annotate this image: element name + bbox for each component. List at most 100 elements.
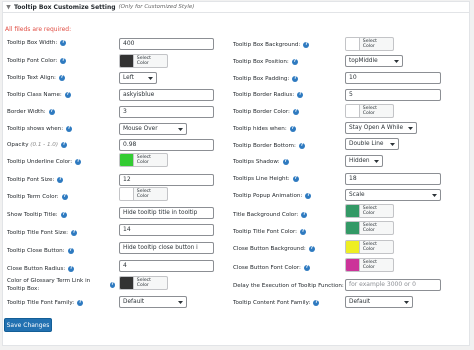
select-color-label: Select Color — [362, 206, 377, 216]
close-button-select[interactable]: Hide tooltip close button i — [119, 242, 214, 254]
label-border-color: Tooltip Border Color:? — [233, 109, 299, 115]
chevron-down-icon — [178, 301, 183, 304]
help-icon[interactable]: ? — [303, 265, 310, 271]
border-width-input[interactable]: 3 — [119, 106, 214, 118]
help-icon[interactable]: ? — [297, 92, 304, 98]
title-font-color-picker[interactable]: Select Color — [345, 221, 394, 235]
font-color-picker[interactable]: Select Color — [119, 54, 168, 68]
label-text-align: Tooltip Text Align:? — [7, 75, 65, 81]
hides-when-select[interactable]: Stay Open A While — [345, 122, 417, 134]
label-title-background: Title Background Color:? — [233, 212, 308, 218]
color-swatch — [346, 259, 360, 271]
color-swatch — [346, 241, 360, 253]
opacity-input[interactable]: 0.98 — [119, 139, 214, 151]
select-color-label: Select Color — [136, 278, 151, 288]
help-icon[interactable]: ? — [291, 59, 298, 65]
help-icon[interactable]: ? — [75, 159, 82, 165]
close-radius-input[interactable]: 4 — [119, 260, 214, 272]
panel-header[interactable]: Tooltip Box Customize Setting (Only for … — [3, 2, 469, 13]
label-border-bottom: Tooltip Border Bottom:? — [233, 143, 305, 149]
label-content-font-family: Tooltip Content Font Family:? — [233, 300, 320, 306]
class-name-input[interactable]: askyisblue — [119, 89, 214, 101]
border-radius-input[interactable]: 5 — [345, 89, 441, 101]
title-font-size-input[interactable]: 14 — [119, 224, 214, 236]
help-icon[interactable]: ? — [61, 194, 68, 200]
term-color-picker[interactable]: Select Color — [119, 187, 168, 201]
help-icon[interactable]: ? — [282, 159, 289, 165]
select-color-label: Select Color — [362, 242, 377, 252]
label-shadow: Tooltips Shadow:? — [233, 159, 289, 165]
border-bottom-select[interactable]: Double Line — [345, 138, 399, 150]
help-icon[interactable]: ? — [300, 229, 307, 235]
help-icon[interactable]: ? — [68, 266, 75, 272]
box-position-select[interactable]: topMiddle — [345, 55, 403, 67]
label-close-button-font-color: Close Button Font Color:? — [233, 265, 310, 271]
save-changes-button[interactable]: Save Changes — [4, 318, 52, 332]
label-close-button: Tooltip Close Button:? — [7, 248, 74, 254]
border-color-picker[interactable]: Select Color — [345, 104, 394, 118]
help-icon[interactable]: ? — [77, 300, 84, 306]
help-icon[interactable]: ? — [292, 109, 299, 115]
label-term-color: Tooltip Term Color:? — [7, 194, 68, 200]
help-icon[interactable]: ? — [292, 176, 299, 182]
help-icon[interactable]: ? — [301, 212, 308, 218]
underline-color-picker[interactable]: Select Color — [119, 153, 168, 167]
help-icon[interactable]: ? — [60, 40, 67, 46]
help-icon[interactable]: ? — [48, 109, 55, 115]
help-icon[interactable]: ? — [57, 177, 64, 183]
help-icon[interactable]: ? — [305, 193, 312, 199]
help-icon[interactable]: ? — [71, 230, 78, 236]
label-title-font-family: Tooltip Title Font Family:? — [7, 300, 84, 306]
color-swatch — [346, 38, 360, 50]
help-icon[interactable]: ? — [109, 282, 115, 288]
label-border-radius: Tooltip Border Radius:? — [233, 92, 304, 98]
select-color-label: Select Color — [136, 56, 151, 66]
help-icon[interactable]: ? — [298, 143, 305, 149]
label-opacity: Opacity (0.1 - 1.0)? — [7, 142, 68, 148]
glossary-color-picker[interactable]: Select Color — [119, 276, 168, 290]
content-font-family-select[interactable]: Default — [345, 296, 413, 308]
shows-when-select[interactable]: Mouse Over — [119, 123, 187, 135]
required-note: All fileds are required: — [5, 26, 72, 33]
help-icon[interactable]: ? — [66, 126, 73, 132]
delay-input[interactable]: for example 3000 or 0 — [345, 279, 441, 291]
help-icon[interactable]: ? — [67, 248, 74, 254]
help-icon[interactable]: ? — [61, 142, 68, 148]
shadow-select[interactable]: Hidden — [345, 155, 383, 167]
help-icon[interactable]: ? — [303, 42, 310, 48]
title-background-picker[interactable]: Select Color — [345, 204, 394, 218]
label-show-title: Show Tooltip Title:? — [7, 212, 67, 218]
help-icon[interactable]: ? — [60, 58, 67, 64]
help-icon[interactable]: ? — [60, 212, 67, 218]
panel-subtitle: (Only for Customized Style) — [118, 4, 195, 10]
label-title-font-size: Tooltip Title Font Size:? — [7, 230, 78, 236]
font-size-input[interactable]: 12 — [119, 174, 214, 186]
box-background-picker[interactable]: Select Color — [345, 37, 394, 51]
label-underline-color: Tooltip Underline Color:? — [7, 159, 82, 165]
show-title-select[interactable]: Hide tooltip title in tooltip — [119, 207, 214, 219]
help-icon[interactable]: ? — [313, 300, 320, 306]
chevron-down-icon — [148, 77, 153, 80]
help-icon[interactable]: ? — [289, 126, 296, 132]
select-color-label: Select Color — [362, 260, 377, 270]
chevron-down-icon — [408, 127, 413, 130]
help-icon[interactable]: ? — [308, 246, 315, 252]
close-button-font-color-picker[interactable]: Select Color — [345, 258, 394, 272]
line-height-input[interactable]: 18 — [345, 173, 441, 185]
title-font-family-select[interactable]: Default — [119, 296, 187, 308]
popup-animation-select[interactable]: Scale — [345, 189, 441, 201]
close-button-background-picker[interactable]: Select Color — [345, 240, 394, 254]
label-box-position: Tooltip Box Position:? — [233, 59, 298, 65]
help-icon[interactable]: ? — [58, 75, 65, 81]
label-popup-animation: Tooltip Popup Animation:? — [233, 193, 312, 199]
box-padding-input[interactable]: 10 — [345, 72, 441, 84]
help-icon[interactable]: ? — [292, 76, 299, 82]
label-class-name: Tooltip Class Name:? — [7, 92, 71, 98]
chevron-down-icon — [394, 60, 399, 63]
help-icon[interactable]: ? — [64, 92, 71, 98]
box-width-input[interactable]: 400 — [119, 38, 214, 50]
text-align-select[interactable]: Left — [119, 72, 157, 84]
collapse-arrow-icon[interactable] — [6, 4, 11, 10]
select-color-label: Select Color — [136, 189, 151, 199]
select-color-label: Select Color — [362, 223, 377, 233]
